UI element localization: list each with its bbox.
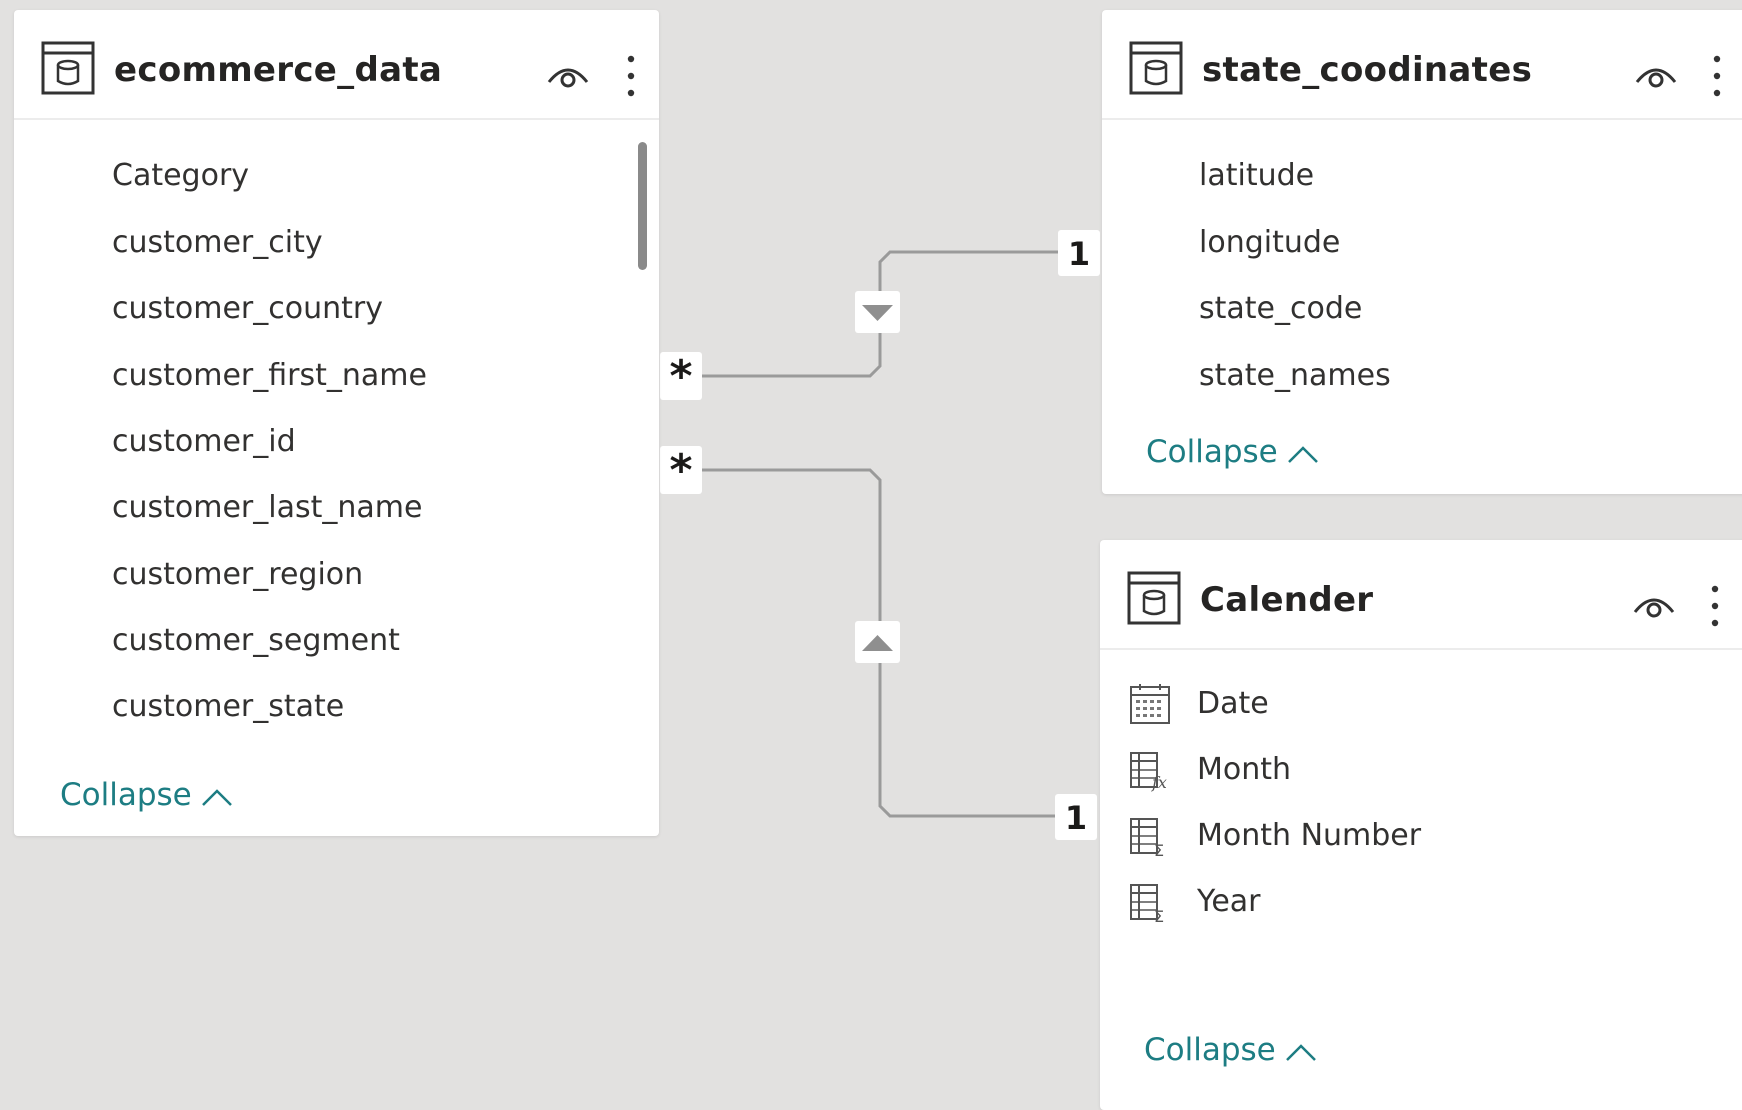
table-card-state-coodinates[interactable]: state_coodinates latitude longitude stat… <box>1102 10 1742 494</box>
collapse-button[interactable]: Collapse <box>60 775 234 815</box>
table-title: ecommerce_data <box>114 50 443 90</box>
cardinality-one-2: 1 <box>1064 799 1088 837</box>
field-customer-segment[interactable]: customer_segment <box>112 621 400 661</box>
field-customer-city[interactable]: customer_city <box>112 223 323 263</box>
table-icon <box>1129 41 1183 95</box>
field-customer-region[interactable]: customer_region <box>112 555 363 595</box>
collapse-label: Collapse <box>1144 1032 1276 1068</box>
cardinality-many-2: * <box>669 445 693 496</box>
cardinality-one-1: 1 <box>1067 235 1091 273</box>
table-icon <box>41 41 95 95</box>
field-customer-last-name[interactable]: customer_last_name <box>112 488 422 528</box>
table-header: Calender <box>1100 540 1742 650</box>
more-options-icon[interactable] <box>1710 584 1720 628</box>
chevron-up-icon <box>1287 445 1318 463</box>
table-title: Calender <box>1200 580 1374 620</box>
cardinality-many-1: * <box>669 351 693 402</box>
table-title: state_coodinates <box>1202 50 1533 90</box>
field-customer-first-name[interactable]: customer_first_name <box>112 356 427 396</box>
field-date[interactable]: Date <box>1197 684 1269 724</box>
collapse-button[interactable]: Collapse <box>1146 432 1320 472</box>
visibility-eye-icon[interactable] <box>1632 590 1676 622</box>
field-latitude[interactable]: latitude <box>1199 156 1314 196</box>
field-month[interactable]: Month <box>1197 750 1291 790</box>
calculated-column-icon: fx <box>1130 752 1167 792</box>
field-longitude[interactable]: longitude <box>1199 223 1340 263</box>
field-state-names[interactable]: state_names <box>1199 356 1391 396</box>
collapse-label: Collapse <box>60 777 192 813</box>
collapse-label: Collapse <box>1146 434 1278 470</box>
sum-column-icon: Σ <box>1130 884 1164 924</box>
visibility-eye-icon[interactable] <box>1634 60 1678 92</box>
svg-text:Σ: Σ <box>1154 907 1164 924</box>
field-month-number[interactable]: Month Number <box>1197 816 1421 856</box>
table-header: ecommerce_data <box>14 10 659 120</box>
scrollbar-thumb[interactable] <box>638 142 647 270</box>
field-category[interactable]: Category <box>112 156 249 196</box>
table-icon <box>1127 571 1181 625</box>
calendar-icon <box>1130 684 1170 724</box>
sum-column-icon: Σ <box>1130 818 1164 858</box>
visibility-eye-icon[interactable] <box>546 60 590 92</box>
chevron-up-icon <box>1285 1043 1316 1061</box>
field-year[interactable]: Year <box>1197 882 1261 922</box>
field-customer-country[interactable]: customer_country <box>112 289 383 329</box>
more-options-icon[interactable] <box>1712 54 1722 98</box>
more-options-icon[interactable] <box>626 54 636 98</box>
svg-text:Σ: Σ <box>1154 841 1164 858</box>
table-card-ecommerce-data[interactable]: ecommerce_data Category customer_city cu… <box>14 10 659 836</box>
table-card-calender[interactable]: Calender Date fx Month Σ Month Number Σ … <box>1100 540 1742 1110</box>
field-customer-id[interactable]: customer_id <box>112 422 296 462</box>
table-header: state_coodinates <box>1102 10 1742 120</box>
collapse-button[interactable]: Collapse <box>1144 1030 1318 1070</box>
svg-text:fx: fx <box>1151 773 1167 792</box>
relationship-ecommerce-calender[interactable] <box>702 468 1060 818</box>
relationship-ecommerce-state[interactable] <box>702 250 1060 378</box>
field-customer-state[interactable]: customer_state <box>112 687 344 727</box>
field-state-code[interactable]: state_code <box>1199 289 1362 329</box>
chevron-up-icon <box>201 788 232 806</box>
